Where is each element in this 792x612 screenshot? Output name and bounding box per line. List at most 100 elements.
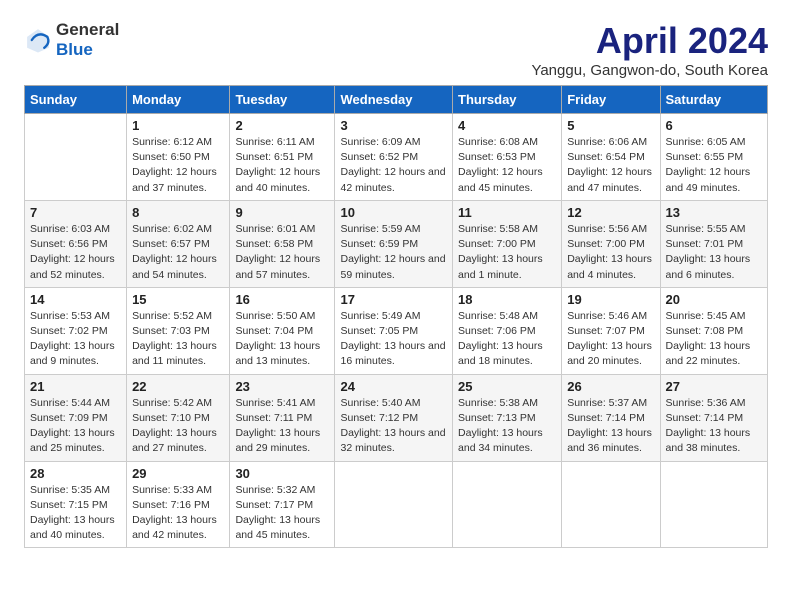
day-cell: 21 Sunrise: 5:44 AM Sunset: 7:09 PM Dayli… [25, 374, 127, 461]
day-info: Sunrise: 6:03 AM Sunset: 6:56 PM Dayligh… [30, 222, 121, 283]
day-number: 6 [666, 118, 762, 133]
day-number: 22 [132, 379, 224, 394]
day-cell: 8 Sunrise: 6:02 AM Sunset: 6:57 PM Daylig… [127, 200, 230, 287]
day-info: Sunrise: 6:08 AM Sunset: 6:53 PM Dayligh… [458, 135, 556, 196]
day-info: Sunrise: 6:06 AM Sunset: 6:54 PM Dayligh… [567, 135, 654, 196]
day-cell [453, 461, 562, 548]
day-number: 20 [666, 292, 762, 307]
week-row-4: 21 Sunrise: 5:44 AM Sunset: 7:09 PM Dayli… [25, 374, 768, 461]
day-number: 16 [235, 292, 329, 307]
day-cell: 3 Sunrise: 6:09 AM Sunset: 6:52 PM Daylig… [335, 114, 453, 201]
logo-text: General Blue [56, 20, 119, 60]
day-info: Sunrise: 6:12 AM Sunset: 6:50 PM Dayligh… [132, 135, 224, 196]
day-info: Sunrise: 6:05 AM Sunset: 6:55 PM Dayligh… [666, 135, 762, 196]
day-number: 15 [132, 292, 224, 307]
subtitle: Yanggu, Gangwon-do, South Korea [531, 62, 768, 79]
day-cell: 22 Sunrise: 5:42 AM Sunset: 7:10 PM Dayli… [127, 374, 230, 461]
day-number: 13 [666, 205, 762, 220]
day-cell: 11 Sunrise: 5:58 AM Sunset: 7:00 PM Dayli… [453, 200, 562, 287]
day-info: Sunrise: 5:32 AM Sunset: 7:17 PM Dayligh… [235, 483, 329, 544]
day-number: 3 [340, 118, 447, 133]
day-number: 17 [340, 292, 447, 307]
day-info: Sunrise: 5:56 AM Sunset: 7:00 PM Dayligh… [567, 222, 654, 283]
header-cell-thursday: Thursday [453, 86, 562, 114]
day-info: Sunrise: 6:09 AM Sunset: 6:52 PM Dayligh… [340, 135, 447, 196]
logo-blue: Blue [56, 40, 93, 59]
day-number: 11 [458, 205, 556, 220]
header-cell-saturday: Saturday [660, 86, 767, 114]
day-number: 27 [666, 379, 762, 394]
day-cell: 13 Sunrise: 5:55 AM Sunset: 7:01 PM Dayli… [660, 200, 767, 287]
week-row-1: 1 Sunrise: 6:12 AM Sunset: 6:50 PM Daylig… [25, 114, 768, 201]
header-cell-sunday: Sunday [25, 86, 127, 114]
day-info: Sunrise: 5:44 AM Sunset: 7:09 PM Dayligh… [30, 396, 121, 457]
header-cell-wednesday: Wednesday [335, 86, 453, 114]
day-info: Sunrise: 5:55 AM Sunset: 7:01 PM Dayligh… [666, 222, 762, 283]
day-info: Sunrise: 5:40 AM Sunset: 7:12 PM Dayligh… [340, 396, 447, 457]
day-cell: 5Sunrise: 6:06 AM Sunset: 6:54 PM Daylig… [562, 114, 660, 201]
day-info: Sunrise: 5:48 AM Sunset: 7:06 PM Dayligh… [458, 309, 556, 370]
day-number: 23 [235, 379, 329, 394]
day-cell: 27Sunrise: 5:36 AM Sunset: 7:14 PM Dayli… [660, 374, 767, 461]
day-info: Sunrise: 5:42 AM Sunset: 7:10 PM Dayligh… [132, 396, 224, 457]
main-title: April 2024 [531, 20, 768, 62]
day-info: Sunrise: 5:35 AM Sunset: 7:15 PM Dayligh… [30, 483, 121, 544]
logo-general: General [56, 20, 119, 39]
day-number: 29 [132, 466, 224, 481]
day-number: 8 [132, 205, 224, 220]
day-number: 18 [458, 292, 556, 307]
title-block: April 2024 Yanggu, Gangwon-do, South Kor… [531, 20, 768, 79]
header-cell-friday: Friday [562, 86, 660, 114]
day-info: Sunrise: 5:41 AM Sunset: 7:11 PM Dayligh… [235, 396, 329, 457]
calendar-table: SundayMondayTuesdayWednesdayThursdayFrid… [24, 85, 768, 548]
day-number: 21 [30, 379, 121, 394]
day-number: 14 [30, 292, 121, 307]
header-cell-monday: Monday [127, 86, 230, 114]
day-cell: 6 Sunrise: 6:05 AM Sunset: 6:55 PM Daylig… [660, 114, 767, 201]
day-number: 9 [235, 205, 329, 220]
day-info: Sunrise: 5:50 AM Sunset: 7:04 PM Dayligh… [235, 309, 329, 370]
day-info: Sunrise: 6:11 AM Sunset: 6:51 PM Dayligh… [235, 135, 329, 196]
day-cell: 12 Sunrise: 5:56 AM Sunset: 7:00 PM Dayli… [562, 200, 660, 287]
header-cell-tuesday: Tuesday [230, 86, 335, 114]
day-cell: 4 Sunrise: 6:08 AM Sunset: 6:53 PM Daylig… [453, 114, 562, 201]
header-row: SundayMondayTuesdayWednesdayThursdayFrid… [25, 86, 768, 114]
day-cell: 7Sunrise: 6:03 AM Sunset: 6:56 PM Daylig… [25, 200, 127, 287]
day-number: 24 [340, 379, 447, 394]
day-info: Sunrise: 5:37 AM Sunset: 7:14 PM Dayligh… [567, 396, 654, 457]
day-cell: 23 Sunrise: 5:41 AM Sunset: 7:11 PM Dayli… [230, 374, 335, 461]
day-number: 12 [567, 205, 654, 220]
day-info: Sunrise: 5:59 AM Sunset: 6:59 PM Dayligh… [340, 222, 447, 283]
day-cell: 29 Sunrise: 5:33 AM Sunset: 7:16 PM Dayli… [127, 461, 230, 548]
day-info: Sunrise: 5:38 AM Sunset: 7:13 PM Dayligh… [458, 396, 556, 457]
day-cell [660, 461, 767, 548]
day-cell: 20 Sunrise: 5:45 AM Sunset: 7:08 PM Dayli… [660, 287, 767, 374]
day-number: 10 [340, 205, 447, 220]
day-info: Sunrise: 6:01 AM Sunset: 6:58 PM Dayligh… [235, 222, 329, 283]
day-number: 2 [235, 118, 329, 133]
week-row-3: 14 Sunrise: 5:53 AM Sunset: 7:02 PM Dayli… [25, 287, 768, 374]
day-info: Sunrise: 5:58 AM Sunset: 7:00 PM Dayligh… [458, 222, 556, 283]
day-info: Sunrise: 5:49 AM Sunset: 7:05 PM Dayligh… [340, 309, 447, 370]
day-cell: 14 Sunrise: 5:53 AM Sunset: 7:02 PM Dayli… [25, 287, 127, 374]
day-number: 1 [132, 118, 224, 133]
day-number: 4 [458, 118, 556, 133]
calendar-body: 1 Sunrise: 6:12 AM Sunset: 6:50 PM Daylig… [25, 114, 768, 548]
day-info: Sunrise: 5:53 AM Sunset: 7:02 PM Dayligh… [30, 309, 121, 370]
day-cell: 26 Sunrise: 5:37 AM Sunset: 7:14 PM Dayli… [562, 374, 660, 461]
day-info: Sunrise: 6:02 AM Sunset: 6:57 PM Dayligh… [132, 222, 224, 283]
week-row-5: 28Sunrise: 5:35 AM Sunset: 7:15 PM Dayli… [25, 461, 768, 548]
day-info: Sunrise: 5:45 AM Sunset: 7:08 PM Dayligh… [666, 309, 762, 370]
day-cell: 24 Sunrise: 5:40 AM Sunset: 7:12 PM Dayli… [335, 374, 453, 461]
day-number: 25 [458, 379, 556, 394]
logo-icon [24, 26, 52, 54]
day-number: 30 [235, 466, 329, 481]
day-cell [335, 461, 453, 548]
logo: General Blue [24, 20, 119, 60]
day-info: Sunrise: 5:33 AM Sunset: 7:16 PM Dayligh… [132, 483, 224, 544]
day-cell: 2 Sunrise: 6:11 AM Sunset: 6:51 PM Daylig… [230, 114, 335, 201]
day-number: 26 [567, 379, 654, 394]
day-cell: 28Sunrise: 5:35 AM Sunset: 7:15 PM Dayli… [25, 461, 127, 548]
day-cell: 19Sunrise: 5:46 AM Sunset: 7:07 PM Dayli… [562, 287, 660, 374]
day-cell: 1 Sunrise: 6:12 AM Sunset: 6:50 PM Daylig… [127, 114, 230, 201]
